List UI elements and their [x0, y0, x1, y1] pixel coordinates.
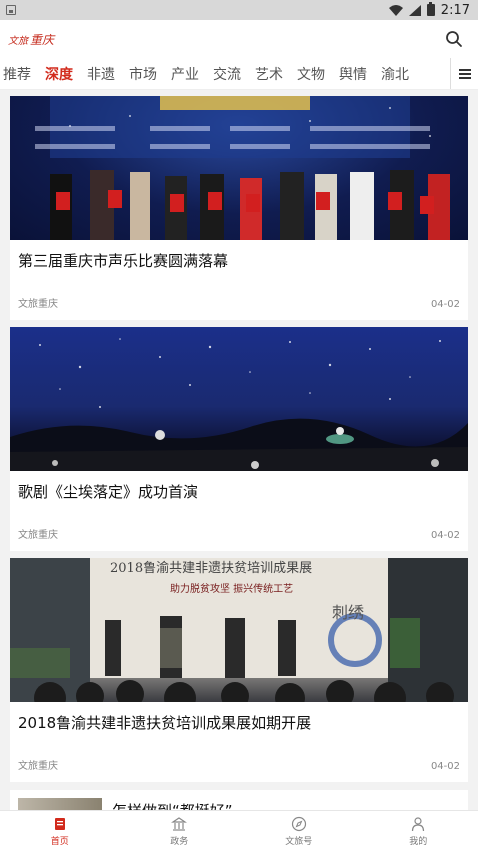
status-icons: 2:17: [388, 2, 470, 18]
article-title[interactable]: 第三届重庆市声乐比赛圆满落幕: [10, 240, 468, 286]
article-card[interactable]: 怎样做到“都挺好”: [10, 790, 468, 810]
banner-art-text: 刺绣: [332, 603, 364, 622]
user-icon: [412, 816, 425, 831]
bottom-nav: 首页 政务 文旅号 我的: [0, 810, 478, 851]
status-time: 2:17: [440, 2, 470, 18]
banner-subtitle-text: 助力脱贫攻坚 振兴传统工艺: [170, 582, 293, 595]
tab-public-opinion[interactable]: 舆情: [339, 64, 367, 84]
article-date: 04-02: [430, 299, 460, 310]
nav-government[interactable]: 政务: [120, 811, 240, 851]
tab-art[interactable]: 艺术: [255, 64, 283, 84]
tab-depth[interactable]: 深度: [45, 64, 73, 84]
battery-icon: [426, 2, 435, 16]
article-title[interactable]: 歌剧《尘埃落定》成功首演: [10, 471, 468, 517]
nav-home-label: 首页: [50, 836, 69, 847]
article-meta: 文旅重庆 04-02: [10, 286, 468, 320]
tab-exchange[interactable]: 交流: [213, 64, 241, 84]
article-title[interactable]: 2018鲁渝共建非遗扶贫培训成果展如期开展: [10, 702, 468, 748]
article-image: [10, 96, 468, 240]
article-card[interactable]: 2018鲁渝共建非遗扶贫培训成果展 助力脱贫攻坚 振兴传统工艺 刺绣 2018鲁…: [10, 558, 468, 782]
compass-icon: [291, 816, 306, 831]
article-feed[interactable]: 第三届重庆市声乐比赛圆满落幕 文旅重庆 04-02 歌剧《尘埃落定》成功首演 文…: [0, 90, 478, 810]
app-logo[interactable]: 文旅 重庆: [8, 31, 54, 48]
government-building-icon: [171, 816, 188, 831]
tab-menu-button[interactable]: [450, 58, 478, 89]
tab-recommend[interactable]: 推荐: [3, 64, 31, 84]
article-source: 文旅重庆: [18, 530, 58, 541]
cell-signal-icon: [408, 4, 421, 16]
banner-title-text: 2018鲁渝共建非遗扶贫培训成果展: [110, 560, 312, 576]
category-tabs: 推荐 深度 非遗 市场 产业 交流 艺术 文物 舆情 渝北: [0, 58, 478, 90]
app-header: 文旅 重庆: [0, 20, 478, 58]
article-meta: 文旅重庆 04-02: [10, 748, 468, 782]
logo-prefix: 文旅: [8, 35, 28, 47]
gallery-notification-icon: [6, 5, 16, 15]
status-bar: 2:17: [0, 0, 478, 20]
home-icon: [54, 817, 65, 830]
tab-relics[interactable]: 文物: [297, 64, 325, 84]
tab-industry[interactable]: 产业: [171, 64, 199, 84]
tab-market[interactable]: 市场: [129, 64, 157, 84]
nav-profile[interactable]: 我的: [359, 811, 478, 851]
search-icon[interactable]: [444, 29, 464, 49]
article-meta: 文旅重庆 04-02: [10, 517, 468, 551]
logo-text: 重庆: [30, 32, 55, 47]
article-source: 文旅重庆: [18, 761, 58, 772]
tab-yubei[interactable]: 渝北: [381, 64, 409, 84]
article-thumbnail: [18, 798, 102, 810]
article-date: 04-02: [430, 530, 460, 541]
nav-government-label: 政务: [170, 836, 189, 847]
nav-profile-label: 我的: [409, 836, 428, 847]
nav-home[interactable]: 首页: [0, 811, 120, 851]
article-date: 04-02: [430, 761, 460, 772]
article-title[interactable]: 怎样做到“都挺好”: [102, 798, 233, 810]
article-card[interactable]: 第三届重庆市声乐比赛圆满落幕 文旅重庆 04-02: [10, 96, 468, 320]
article-source: 文旅重庆: [18, 299, 58, 310]
wifi-icon: [388, 4, 403, 16]
nav-culture-account-label: 文旅号: [285, 836, 313, 847]
article-card[interactable]: 歌剧《尘埃落定》成功首演 文旅重庆 04-02: [10, 327, 468, 551]
tab-heritage[interactable]: 非遗: [87, 64, 115, 84]
nav-culture-account[interactable]: 文旅号: [239, 811, 359, 851]
article-image: [10, 327, 468, 471]
article-image: 2018鲁渝共建非遗扶贫培训成果展 助力脱贫攻坚 振兴传统工艺 刺绣: [10, 558, 468, 702]
menu-icon: [458, 69, 471, 79]
